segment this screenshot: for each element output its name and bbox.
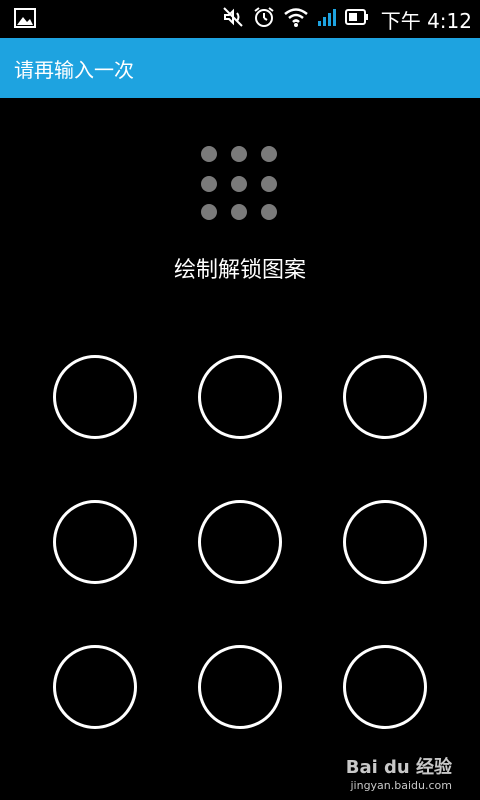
preview-dot	[201, 204, 217, 220]
signal-icon	[317, 7, 337, 31]
pattern-node-9[interactable]	[343, 645, 427, 729]
preview-dot	[231, 176, 247, 192]
pattern-node-4[interactable]	[53, 500, 137, 584]
pattern-node-7[interactable]	[53, 645, 137, 729]
alarm-icon	[253, 6, 275, 32]
watermark-brand: Bai du 经验	[345, 757, 452, 778]
preview-dot	[261, 204, 277, 220]
preview-dot	[231, 146, 247, 162]
pattern-preview	[201, 146, 279, 224]
status-icons: 下午 4:12	[221, 0, 472, 38]
battery-icon	[344, 8, 369, 30]
watermark-url: jingyan.baidu.com	[350, 779, 452, 792]
mute-icon	[221, 5, 245, 33]
preview-dot	[201, 176, 217, 192]
pattern-node-1[interactable]	[53, 355, 137, 439]
pattern-node-5[interactable]	[198, 500, 282, 584]
status-bar: 下午 4:12	[0, 0, 480, 38]
pattern-node-3[interactable]	[343, 355, 427, 439]
preview-dot	[261, 146, 277, 162]
instruction-text: 绘制解锁图案	[173, 258, 306, 283]
watermark: Bai du 经验 jingyan.baidu.com	[346, 753, 452, 792]
pattern-node-8[interactable]	[198, 645, 282, 729]
preview-dot	[231, 204, 247, 220]
wifi-icon	[283, 6, 309, 32]
preview-dot	[201, 146, 217, 162]
preview-dot	[261, 176, 277, 192]
page-title: 请再输入一次	[14, 57, 134, 82]
pattern-node-2[interactable]	[198, 355, 282, 439]
pattern-node-6[interactable]	[343, 500, 427, 584]
action-bar: 请再输入一次	[0, 38, 480, 98]
status-time: 下午 4:12	[380, 8, 472, 33]
gallery-icon	[14, 7, 36, 33]
